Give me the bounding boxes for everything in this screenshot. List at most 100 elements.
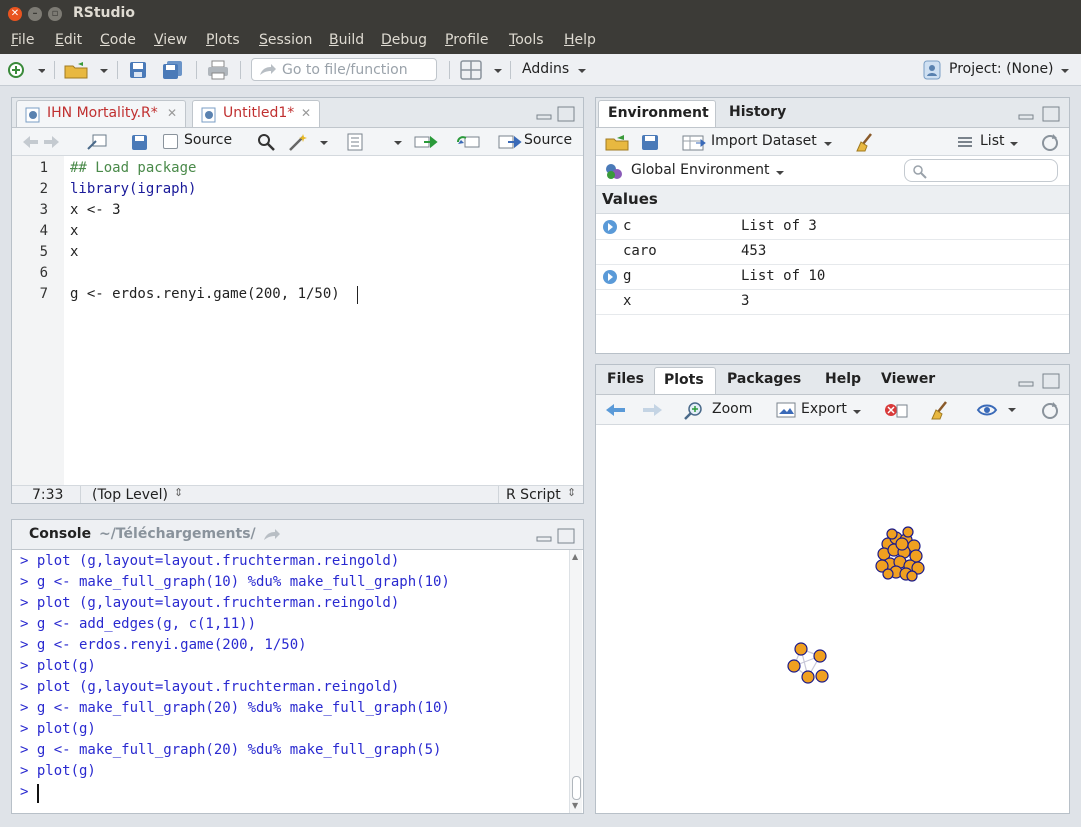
clear-plots-broom-icon[interactable]	[930, 401, 950, 420]
show-in-window-icon[interactable]	[87, 134, 107, 150]
addins-menu[interactable]: Addins	[522, 61, 569, 77]
import-dataset-button[interactable]: Import Dataset	[711, 133, 817, 149]
minimize-pane-icon[interactable]	[1018, 106, 1034, 122]
console-scrollbar[interactable]: ▲ ▼	[569, 550, 582, 813]
export-button[interactable]: Export	[801, 401, 847, 417]
clear-workspace-broom-icon[interactable]	[855, 133, 875, 152]
refresh-icon[interactable]	[1040, 133, 1060, 152]
open-folder-icon[interactable]	[64, 61, 108, 79]
code-tools-wand-icon[interactable]	[288, 133, 328, 151]
close-tab-icon[interactable]: ✕	[301, 106, 311, 120]
filetype-selector[interactable]: R Script	[506, 487, 561, 503]
save-all-icon[interactable]	[162, 60, 184, 80]
menu-tools[interactable]: Tools	[509, 32, 544, 48]
grid-layout-icon[interactable]	[460, 60, 502, 80]
scope-dropdown-icon[interactable]	[775, 169, 785, 177]
export-dropdown-icon[interactable]	[852, 408, 862, 416]
run-line-icon[interactable]	[414, 134, 440, 150]
tab-history[interactable]: History	[720, 100, 798, 127]
code-line[interactable]: x <- 3	[70, 202, 121, 218]
dropdown-arrow-icon[interactable]	[393, 139, 403, 147]
load-workspace-icon[interactable]	[605, 134, 629, 151]
next-plot-icon[interactable]	[641, 403, 663, 417]
tab-plots[interactable]: Plots	[654, 367, 716, 394]
scroll-up-icon[interactable]: ▲	[572, 552, 578, 561]
code-line[interactable]: x	[70, 223, 78, 239]
print-icon[interactable]	[207, 60, 229, 80]
source-on-save-checkbox[interactable]	[163, 134, 178, 149]
save-workspace-icon[interactable]	[641, 134, 659, 151]
env-row-caro[interactable]: caro 453	[596, 240, 1069, 265]
code-line[interactable]: x	[70, 244, 78, 260]
view-mode-dropdown-icon[interactable]	[1009, 140, 1019, 148]
back-arrow-icon[interactable]	[22, 135, 60, 149]
refresh-icon[interactable]	[1040, 401, 1060, 420]
menu-edit[interactable]: Edit	[55, 32, 82, 48]
menu-debug[interactable]: Debug	[381, 32, 427, 48]
env-row-g[interactable]: g List of 10	[596, 265, 1069, 290]
menu-help[interactable]: Help	[564, 32, 596, 48]
export-icon[interactable]	[776, 402, 796, 419]
menu-code[interactable]: Code	[100, 32, 136, 48]
env-row-x[interactable]: x 3	[596, 290, 1069, 315]
maximize-pane-icon[interactable]	[557, 106, 575, 122]
tab-help[interactable]: Help	[816, 367, 868, 394]
publish-icon[interactable]	[976, 403, 1016, 417]
import-dropdown-icon[interactable]	[823, 140, 833, 148]
goto-file-input[interactable]: Go to file/function	[251, 58, 437, 81]
console-prompt[interactable]: >	[20, 784, 28, 800]
code-line-comment[interactable]: ## Load package	[70, 160, 196, 176]
scope-selector[interactable]: Global Environment	[631, 162, 770, 178]
code-line[interactable]: g <- erdos.renyi.game(200, 1/50)	[70, 286, 340, 302]
expand-icon[interactable]	[602, 219, 619, 236]
tab-files[interactable]: Files	[598, 367, 654, 394]
menu-plots[interactable]: Plots	[206, 32, 240, 48]
env-row-c[interactable]: c List of 3	[596, 215, 1069, 240]
tab-environment[interactable]: Environment	[598, 100, 716, 127]
environment-search-input[interactable]	[904, 159, 1058, 182]
save-icon[interactable]	[129, 61, 147, 79]
previous-plot-icon[interactable]	[605, 403, 627, 417]
console-title[interactable]: Console	[29, 526, 91, 542]
scope-selector[interactable]: (Top Level)	[92, 487, 168, 503]
maximize-pane-icon[interactable]	[1042, 106, 1060, 122]
maximize-window-button[interactable]: ▫	[48, 7, 62, 21]
tab-packages[interactable]: Packages	[718, 367, 810, 394]
scroll-down-icon[interactable]: ▼	[572, 801, 578, 810]
zoom-icon[interactable]	[684, 401, 704, 420]
maximize-pane-icon[interactable]	[557, 528, 575, 544]
minimize-window-button[interactable]: –	[28, 7, 42, 21]
close-window-button[interactable]: ✕	[8, 7, 22, 21]
new-file-icon[interactable]	[7, 61, 45, 79]
remove-plot-icon[interactable]	[884, 402, 908, 419]
view-mode-selector[interactable]: List	[980, 133, 1004, 149]
source-script-icon[interactable]	[498, 134, 522, 150]
expand-icon[interactable]	[602, 269, 619, 286]
minimize-pane-icon[interactable]	[536, 528, 552, 544]
scrollbar-thumb[interactable]	[572, 776, 581, 800]
menu-session[interactable]: Session	[259, 32, 312, 48]
import-dataset-icon[interactable]	[682, 134, 708, 151]
project-menu[interactable]: Project: (None)	[949, 61, 1054, 77]
go-to-directory-icon[interactable]	[263, 528, 283, 542]
save-icon[interactable]	[131, 134, 148, 151]
maximize-pane-icon[interactable]	[1042, 373, 1060, 389]
project-dropdown-icon[interactable]	[1060, 67, 1070, 75]
tab-untitled1[interactable]: Untitled1* ✕	[192, 100, 320, 127]
scope-updown-icon[interactable]: ⇕	[174, 486, 183, 499]
compile-report-icon[interactable]	[346, 133, 364, 151]
minimize-pane-icon[interactable]	[536, 106, 552, 122]
search-icon[interactable]	[257, 133, 275, 151]
rerun-icon[interactable]	[456, 134, 482, 150]
list-view-icon[interactable]	[957, 136, 973, 149]
zoom-button[interactable]: Zoom	[712, 401, 752, 417]
code-line[interactable]: library(igraph)	[70, 181, 196, 197]
filetype-updown-icon[interactable]: ⇕	[567, 486, 576, 499]
close-tab-icon[interactable]: ✕	[167, 106, 177, 120]
tab-viewer[interactable]: Viewer	[872, 367, 946, 394]
minimize-pane-icon[interactable]	[1018, 373, 1034, 389]
menu-view[interactable]: View	[154, 32, 187, 48]
source-button[interactable]: Source	[524, 132, 572, 148]
menu-build[interactable]: Build	[329, 32, 364, 48]
menu-profile[interactable]: Profile	[445, 32, 489, 48]
